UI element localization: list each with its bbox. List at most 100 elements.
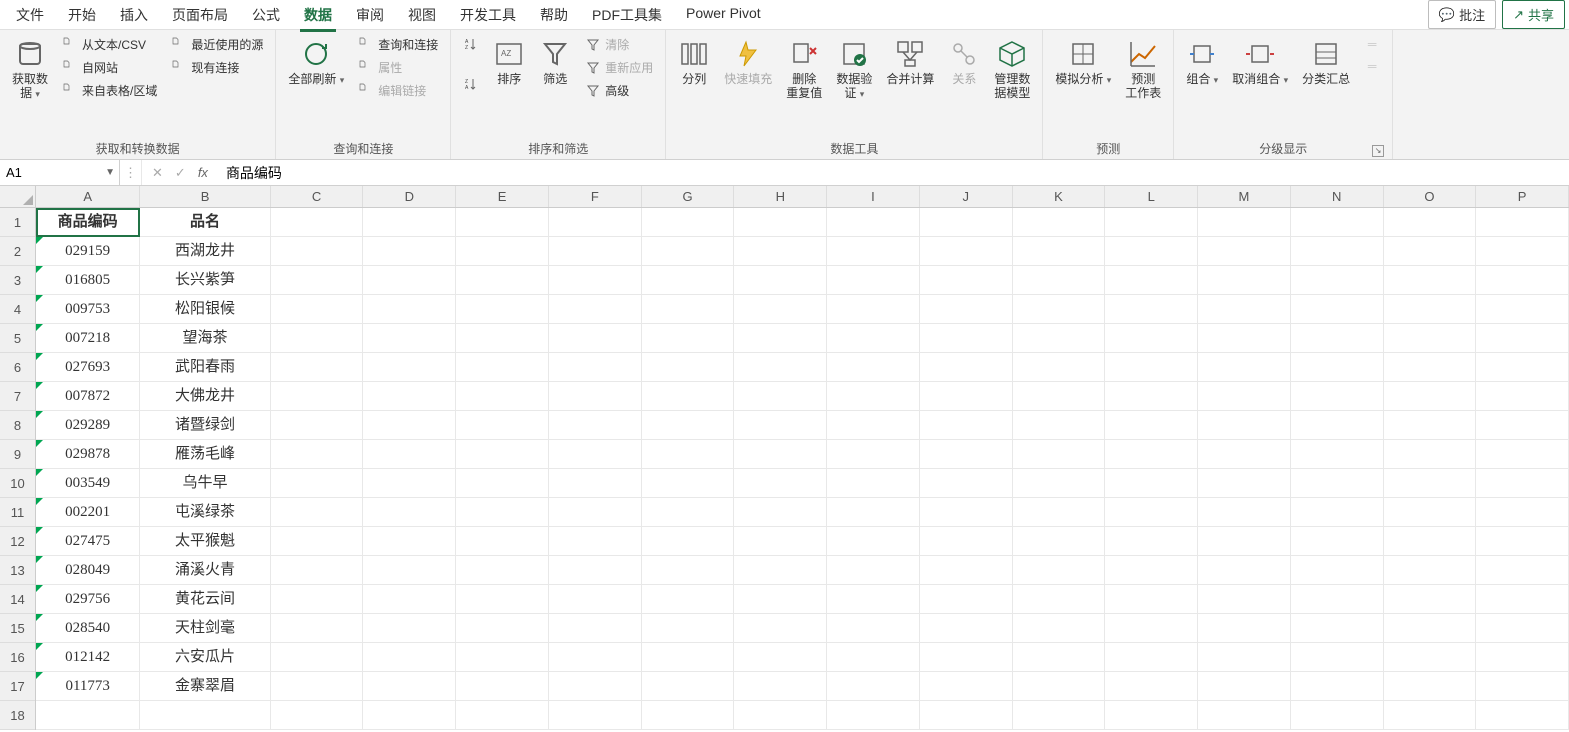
cell-L13[interactable] — [1105, 556, 1198, 585]
cell-C4[interactable] — [271, 295, 364, 324]
cell-F9[interactable] — [549, 440, 642, 469]
cell-M4[interactable] — [1198, 295, 1291, 324]
cell-E4[interactable] — [456, 295, 549, 324]
cell-G17[interactable] — [642, 672, 735, 701]
group-launcher-icon[interactable]: ↘ — [1372, 145, 1384, 157]
col-header-M[interactable]: M — [1198, 186, 1291, 207]
cell-C8[interactable] — [271, 411, 364, 440]
cell-E12[interactable] — [456, 527, 549, 556]
cell-L11[interactable] — [1105, 498, 1198, 527]
cell-D18[interactable] — [363, 701, 456, 730]
cell-F5[interactable] — [549, 324, 642, 353]
cell-P16[interactable] — [1476, 643, 1569, 672]
text-to-cols[interactable]: 分列 — [674, 34, 714, 90]
col-header-N[interactable]: N — [1291, 186, 1384, 207]
cell-M18[interactable] — [1198, 701, 1291, 730]
cell-B17[interactable]: 金寨翠眉 — [140, 672, 270, 701]
cell-I6[interactable] — [827, 353, 920, 382]
subtotal[interactable]: 分类汇总 — [1298, 34, 1354, 90]
cell-A6[interactable]: 027693 — [36, 353, 140, 382]
cell-O16[interactable] — [1384, 643, 1477, 672]
cell-E17[interactable] — [456, 672, 549, 701]
cell-F16[interactable] — [549, 643, 642, 672]
queries-conn[interactable]: 查询和连接 — [354, 34, 442, 55]
cell-E13[interactable] — [456, 556, 549, 585]
cell-G14[interactable] — [642, 585, 735, 614]
cell-A5[interactable]: 007218 — [36, 324, 140, 353]
cell-K13[interactable] — [1013, 556, 1106, 585]
cell-M5[interactable] — [1198, 324, 1291, 353]
cell-C6[interactable] — [271, 353, 364, 382]
cell-D1[interactable] — [363, 208, 456, 237]
cell-C9[interactable] — [271, 440, 364, 469]
refresh-all[interactable]: 全部刷新 ▾ — [284, 34, 348, 90]
cell-J15[interactable] — [920, 614, 1013, 643]
cell-P18[interactable] — [1476, 701, 1569, 730]
cell-J5[interactable] — [920, 324, 1013, 353]
cell-G1[interactable] — [642, 208, 735, 237]
cell-L16[interactable] — [1105, 643, 1198, 672]
cell-J18[interactable] — [920, 701, 1013, 730]
sort-desc-s[interactable]: ZA — [459, 74, 483, 94]
recent-sources[interactable]: 最近使用的源 — [167, 34, 267, 55]
cell-A17[interactable]: 011773 — [36, 672, 140, 701]
cell-D8[interactable] — [363, 411, 456, 440]
cell-L8[interactable] — [1105, 411, 1198, 440]
cell-I14[interactable] — [827, 585, 920, 614]
menu-tab-开始[interactable]: 开始 — [56, 0, 108, 31]
cell-N6[interactable] — [1291, 353, 1384, 382]
cell-K17[interactable] — [1013, 672, 1106, 701]
select-all-corner[interactable] — [0, 186, 36, 208]
cell-A12[interactable]: 027475 — [36, 527, 140, 556]
cell-B4[interactable]: 松阳银候 — [140, 295, 270, 324]
cell-C16[interactable] — [271, 643, 364, 672]
cell-E3[interactable] — [456, 266, 549, 295]
cell-P7[interactable] — [1476, 382, 1569, 411]
cell-G16[interactable] — [642, 643, 735, 672]
cell-K6[interactable] — [1013, 353, 1106, 382]
cell-G10[interactable] — [642, 469, 735, 498]
cell-G15[interactable] — [642, 614, 735, 643]
cell-N7[interactable] — [1291, 382, 1384, 411]
col-header-I[interactable]: I — [827, 186, 920, 207]
cell-C13[interactable] — [271, 556, 364, 585]
get-data[interactable]: 获取数 据 ▾ — [8, 34, 52, 105]
from-csv[interactable]: 从文本/CSV — [58, 34, 161, 55]
menu-tab-插入[interactable]: 插入 — [108, 0, 160, 31]
cell-I10[interactable] — [827, 469, 920, 498]
cell-N12[interactable] — [1291, 527, 1384, 556]
col-header-L[interactable]: L — [1105, 186, 1198, 207]
cell-I12[interactable] — [827, 527, 920, 556]
row-header-17[interactable]: 17 — [0, 672, 35, 701]
cell-L4[interactable] — [1105, 295, 1198, 324]
cell-L5[interactable] — [1105, 324, 1198, 353]
cell-E8[interactable] — [456, 411, 549, 440]
cell-B1[interactable]: 品名 — [140, 208, 270, 237]
row-header-11[interactable]: 11 — [0, 498, 35, 527]
col-header-D[interactable]: D — [363, 186, 456, 207]
cell-M8[interactable] — [1198, 411, 1291, 440]
cell-B18[interactable] — [140, 701, 270, 730]
cell-A3[interactable]: 016805 — [36, 266, 140, 295]
cell-N10[interactable] — [1291, 469, 1384, 498]
cell-E7[interactable] — [456, 382, 549, 411]
cell-J16[interactable] — [920, 643, 1013, 672]
cell-D2[interactable] — [363, 237, 456, 266]
cell-F18[interactable] — [549, 701, 642, 730]
cell-G13[interactable] — [642, 556, 735, 585]
cell-N9[interactable] — [1291, 440, 1384, 469]
cell-F2[interactable] — [549, 237, 642, 266]
cell-H10[interactable] — [734, 469, 827, 498]
cell-H14[interactable] — [734, 585, 827, 614]
row-header-9[interactable]: 9 — [0, 440, 35, 469]
cell-K5[interactable] — [1013, 324, 1106, 353]
cell-L2[interactable] — [1105, 237, 1198, 266]
col-header-B[interactable]: B — [140, 186, 270, 207]
cell-I16[interactable] — [827, 643, 920, 672]
cell-H18[interactable] — [734, 701, 827, 730]
cell-B8[interactable]: 诸暨绿剑 — [140, 411, 270, 440]
cell-K1[interactable] — [1013, 208, 1106, 237]
cell-E2[interactable] — [456, 237, 549, 266]
cell-J3[interactable] — [920, 266, 1013, 295]
cell-E10[interactable] — [456, 469, 549, 498]
